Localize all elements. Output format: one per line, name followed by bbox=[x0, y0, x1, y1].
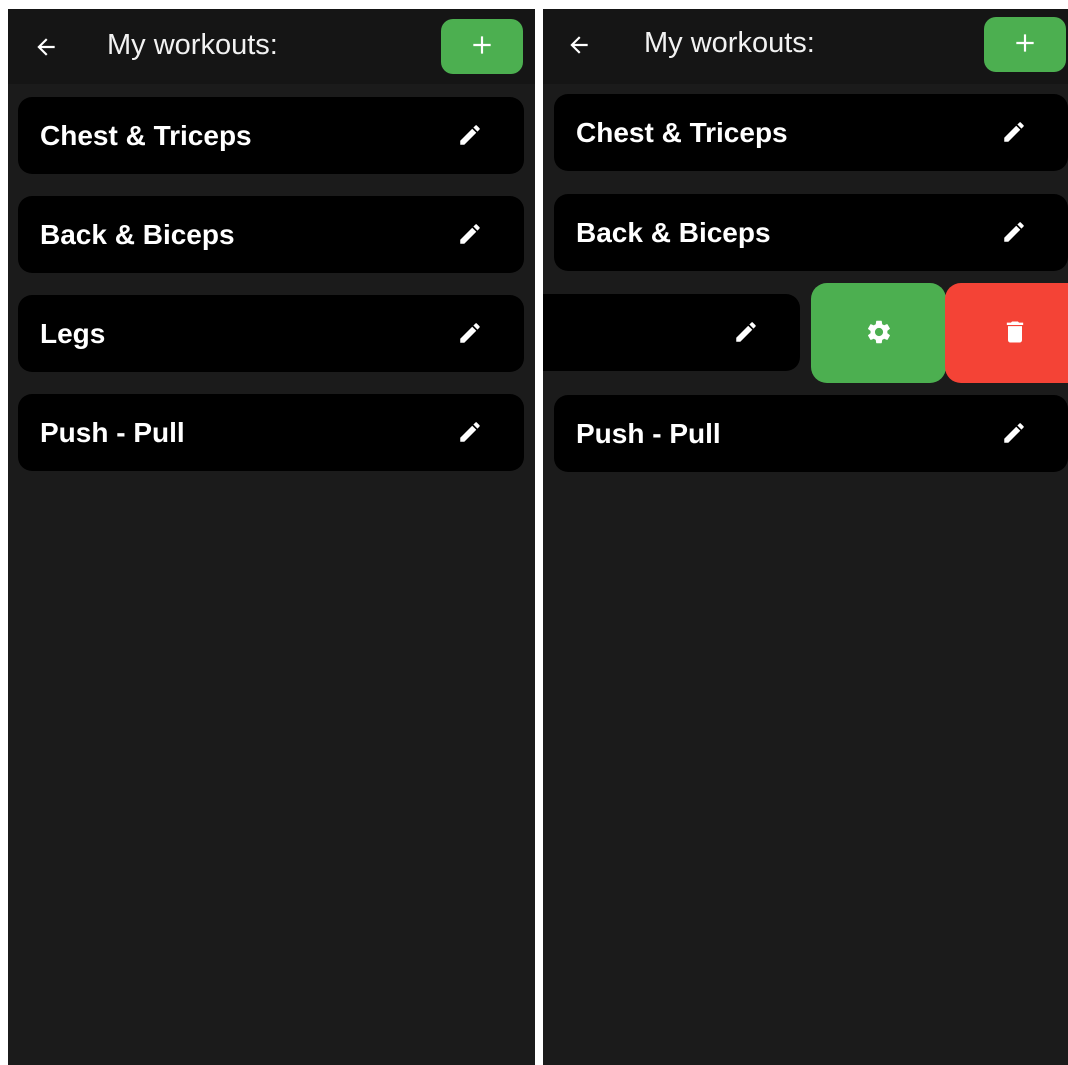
comparison-stage: My workouts: Chest & Triceps Back & Bice… bbox=[0, 0, 1068, 1065]
page-title: My workouts: bbox=[107, 29, 278, 61]
workout-name: Legs bbox=[40, 318, 106, 349]
workout-item[interactable]: Chest & Triceps bbox=[554, 94, 1068, 171]
pencil-icon[interactable] bbox=[456, 319, 484, 347]
page-title: My workouts: bbox=[644, 27, 815, 59]
pencil-icon[interactable] bbox=[456, 121, 484, 149]
pencil-icon[interactable] bbox=[456, 418, 484, 446]
arrow-left-icon[interactable] bbox=[563, 29, 595, 61]
workout-item[interactable]: Push - Pull bbox=[554, 395, 1068, 472]
workout-item[interactable]: Chest & Triceps bbox=[18, 97, 524, 174]
settings-action-button[interactable] bbox=[811, 283, 946, 383]
screen-swiped: My workouts: Chest & Triceps Back & Bice… bbox=[543, 9, 1068, 1065]
workout-name: Push - Pull bbox=[576, 418, 721, 449]
plus-icon bbox=[1012, 30, 1038, 59]
workout-item-swiped[interactable] bbox=[543, 294, 800, 371]
add-workout-button[interactable] bbox=[441, 19, 523, 74]
screen-default: My workouts: Chest & Triceps Back & Bice… bbox=[8, 9, 535, 1065]
workout-name: Chest & Triceps bbox=[40, 120, 252, 151]
workout-item[interactable]: Push - Pull bbox=[18, 394, 524, 471]
workout-name: Chest & Triceps bbox=[576, 117, 788, 148]
add-workout-button[interactable] bbox=[984, 17, 1066, 72]
workout-item[interactable]: Back & Biceps bbox=[554, 194, 1068, 271]
pencil-icon[interactable] bbox=[1000, 419, 1028, 447]
pencil-icon[interactable] bbox=[1000, 218, 1028, 246]
plus-icon bbox=[469, 32, 495, 61]
pencil-icon[interactable] bbox=[1000, 118, 1028, 146]
gear-icon bbox=[865, 318, 893, 349]
pencil-icon[interactable] bbox=[732, 318, 760, 346]
workout-name: Back & Biceps bbox=[576, 217, 771, 248]
arrow-left-icon[interactable] bbox=[30, 31, 62, 63]
workout-item[interactable]: Back & Biceps bbox=[18, 196, 524, 273]
workout-name: Push - Pull bbox=[40, 417, 185, 448]
app-bar: My workouts: bbox=[8, 9, 535, 84]
delete-action-button[interactable] bbox=[945, 283, 1068, 383]
app-bar: My workouts: bbox=[543, 9, 1068, 84]
pencil-icon[interactable] bbox=[456, 220, 484, 248]
workout-item[interactable]: Legs bbox=[18, 295, 524, 372]
workout-name: Back & Biceps bbox=[40, 219, 235, 250]
trash-icon bbox=[1001, 318, 1029, 349]
